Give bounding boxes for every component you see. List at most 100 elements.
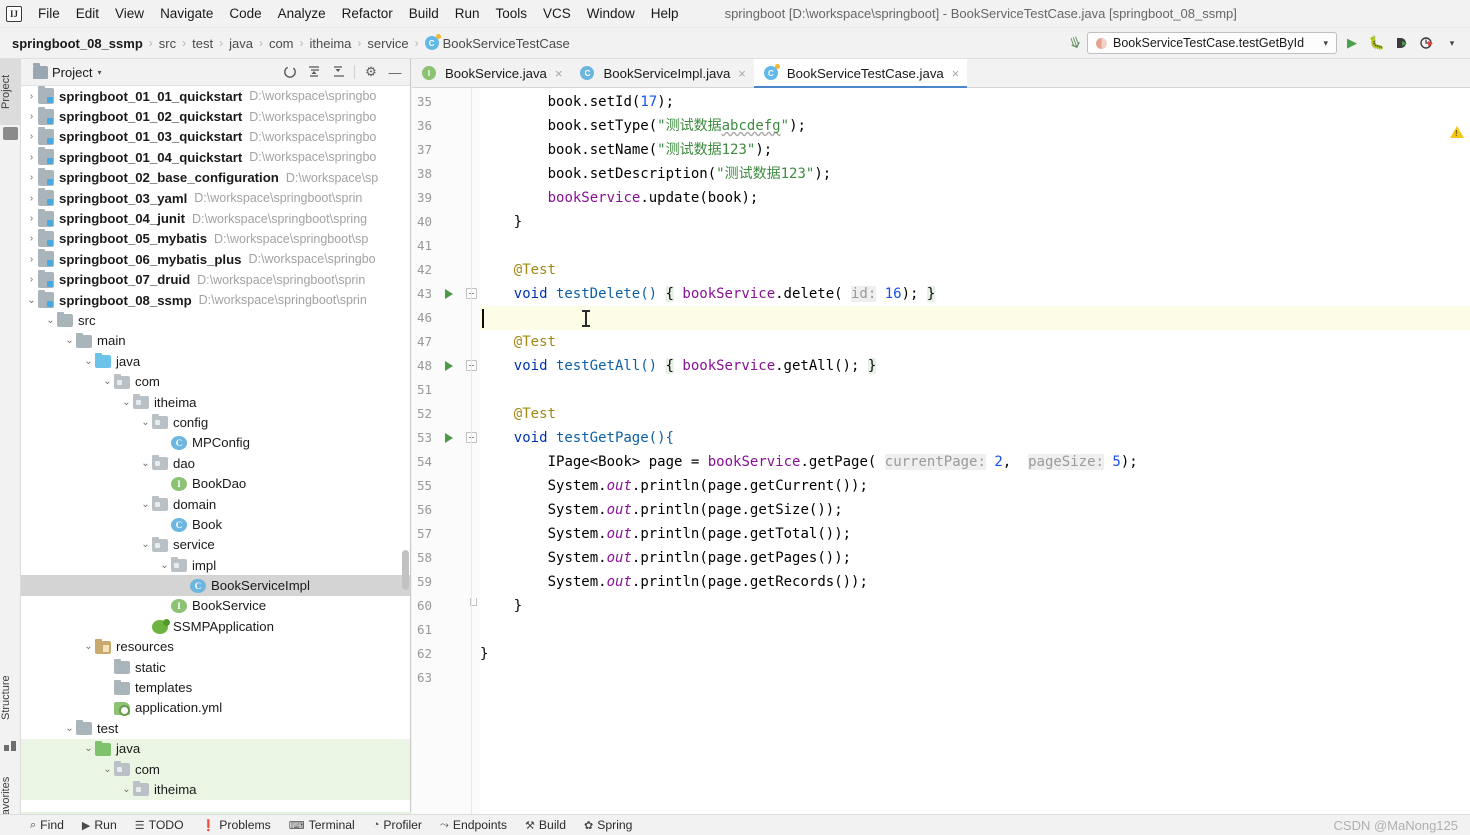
tree-node[interactable]: › springboot_04_junit D:\workspace\springb… [21, 208, 410, 228]
menu-tools[interactable]: Tools [488, 3, 536, 24]
status-profiler-button[interactable]: ◔ Profiler [364, 818, 431, 832]
tree-node[interactable]: SSMPApplication [21, 616, 410, 636]
close-icon[interactable]: × [952, 66, 960, 81]
status-spring-button[interactable]: ✿ Spring [575, 818, 641, 832]
chevron-down-icon[interactable]: ⌄ [101, 764, 114, 775]
tree-node[interactable]: › springboot_01_02_quickstart D:\workspace… [21, 106, 410, 126]
chevron-right-icon[interactable]: › [25, 274, 38, 285]
editor-tab-BookServiceTestCase[interactable]: C BookServiceTestCase.java × [753, 59, 968, 88]
tree-node[interactable]: › springboot_02_base_configuration D:\work… [21, 167, 410, 188]
chevron-down-icon[interactable]: ⌄ [44, 315, 57, 326]
status-problems-button[interactable]: ❗ Problems [193, 818, 280, 832]
chevron-down-icon[interactable]: ⌄ [63, 335, 76, 346]
build-hammer-icon[interactable]: ⤋ [1067, 32, 1085, 53]
menu-code[interactable]: Code [221, 3, 269, 24]
run-icon[interactable]: ▶ [1342, 33, 1362, 53]
tree-node[interactable]: › springboot_01_04_quickstart D:\workspace… [21, 147, 410, 167]
menu-analyze[interactable]: Analyze [270, 3, 334, 24]
breadcrumb-item-com[interactable]: com [269, 36, 294, 51]
menu-run[interactable]: Run [447, 3, 488, 24]
settings-gear-icon[interactable]: ⚙ [360, 62, 382, 82]
source-code[interactable]: book.setId(17); book.setType("测试数据abcdefg… [480, 88, 1470, 814]
status-todo-button[interactable]: ☰ TODO [126, 818, 193, 832]
tree-node[interactable]: ⌄ resources [21, 637, 410, 657]
breadcrumb-item-src[interactable]: src [159, 36, 176, 51]
tree-node[interactable]: ⌄ service [21, 535, 410, 555]
profiler-icon[interactable] [1417, 33, 1437, 53]
chevron-right-icon[interactable]: › [25, 172, 38, 183]
tree-node[interactable]: › springboot_01_03_quickstart D:\workspace… [21, 126, 410, 147]
status-find-button[interactable]: ⌕ Find [21, 818, 73, 832]
chevron-right-icon[interactable]: › [25, 254, 38, 265]
tree-node[interactable]: ⌄ src [21, 310, 410, 330]
tree-node[interactable]: ⌄ itheima [21, 392, 410, 412]
tree-node[interactable]: › springboot_06_mybatis_plus D:\workspace\… [21, 249, 410, 269]
tree-node[interactable]: ⌄ springboot_08_ssmp D:\workspace\springbo… [21, 290, 410, 310]
chevron-down-icon[interactable]: ⌄ [139, 499, 152, 510]
status-run-button[interactable]: ▶ Run [73, 818, 126, 832]
tree-node[interactable]: ⌄ com [21, 371, 410, 391]
run-test-gutter-icon[interactable] [445, 361, 453, 371]
chevron-down-icon[interactable]: ⌄ [82, 743, 95, 754]
menu-refactor[interactable]: Refactor [334, 3, 401, 24]
close-icon[interactable]: × [738, 66, 746, 81]
breadcrumb-item-itheima[interactable]: itheima [310, 36, 352, 51]
debug-icon[interactable]: 🐛 [1367, 33, 1387, 53]
tree-node[interactable]: › springboot_03_yaml D:\workspace\springbo… [21, 188, 410, 208]
tree-node[interactable]: templates [21, 677, 410, 697]
project-scrollbar[interactable] [401, 86, 410, 814]
chevron-down-icon[interactable]: ⌄ [139, 458, 152, 469]
breadcrumb-file[interactable]: C BookServiceTestCase [424, 34, 570, 51]
code-editor[interactable]: 35 36 37 38 39 40 41 42 43 46 47 48 51 52 53 54 55 56 57 58… [412, 88, 1470, 814]
expand-all-icon[interactable] [303, 62, 325, 82]
menu-window[interactable]: Window [579, 3, 643, 24]
tree-node[interactable]: ⌄ main [21, 331, 410, 351]
tree-node[interactable]: ⌄ test [21, 718, 410, 738]
chevron-down-icon[interactable]: ▾ [1323, 38, 1328, 49]
status-terminal-button[interactable]: ⌨ Terminal [280, 818, 364, 832]
chevron-down-icon[interactable]: ⌄ [63, 723, 76, 734]
chevron-right-icon[interactable]: › [25, 91, 38, 102]
tree-node[interactable]: I BookDao [21, 473, 410, 493]
tree-node[interactable]: ⌄ config [21, 412, 410, 432]
tree-node[interactable]: › springboot_05_mybatis D:\workspace\sprin… [21, 228, 410, 249]
menu-file[interactable]: File [30, 3, 68, 24]
breadcrumb-item-test[interactable]: test [192, 36, 213, 51]
menu-help[interactable]: Help [643, 3, 687, 24]
close-icon[interactable]: × [555, 66, 563, 81]
run-with-coverage-icon[interactable] [1392, 33, 1412, 53]
chevron-down-icon[interactable]: ⌄ [120, 784, 133, 795]
warning-triangle-icon[interactable] [1450, 126, 1464, 138]
run-test-gutter-icon[interactable] [445, 289, 453, 299]
tree-node[interactable]: › springboot_07_druid D:\workspace\springb… [21, 269, 410, 290]
breadcrumb-item-java[interactable]: java [229, 36, 253, 51]
chevron-down-icon[interactable]: ⌄ [158, 560, 171, 571]
sync-icon[interactable] [279, 62, 301, 82]
chevron-down-icon[interactable]: ▾ [97, 68, 101, 77]
chevron-right-icon[interactable]: › [25, 131, 38, 142]
chevron-down-icon[interactable]: ⌄ [120, 397, 133, 408]
sidebar-item-structure[interactable]: Structure [0, 659, 21, 737]
status-build-button[interactable]: ⚒ Build [516, 818, 575, 832]
tree-node[interactable]: ⌄ domain [21, 494, 410, 514]
editor-tab-BookServiceImpl[interactable]: C BookServiceImpl.java × [570, 59, 753, 87]
chevron-right-icon[interactable]: › [25, 213, 38, 224]
collapse-all-icon[interactable] [327, 62, 349, 82]
tree-node[interactable]: C Book [21, 514, 410, 534]
chevron-right-icon[interactable]: › [25, 193, 38, 204]
tree-node[interactable]: ⌄ dao [21, 453, 410, 473]
tree-node[interactable]: ⌄ com [21, 758, 410, 780]
project-scrollbar-thumb[interactable] [402, 550, 409, 590]
chevron-down-more-icon[interactable]: ▾ [1442, 33, 1462, 53]
editor-gutter[interactable]: 35 36 37 38 39 40 41 42 43 46 47 48 51 52 53 54 55 56 57 58… [412, 88, 480, 814]
tree-node[interactable]: application.yml [21, 698, 410, 718]
run-configuration-selector[interactable]: BookServiceTestCase.testGetById ▾ [1087, 32, 1337, 54]
chevron-right-icon[interactable]: › [25, 111, 38, 122]
run-test-gutter-icon[interactable] [445, 433, 453, 443]
menu-edit[interactable]: Edit [68, 3, 107, 24]
menu-navigate[interactable]: Navigate [152, 3, 221, 24]
tree-node[interactable]: C MPConfig [21, 433, 410, 453]
tree-node[interactable]: I BookService [21, 596, 410, 616]
menu-build[interactable]: Build [401, 3, 447, 24]
chevron-down-icon[interactable]: ⌄ [139, 539, 152, 550]
